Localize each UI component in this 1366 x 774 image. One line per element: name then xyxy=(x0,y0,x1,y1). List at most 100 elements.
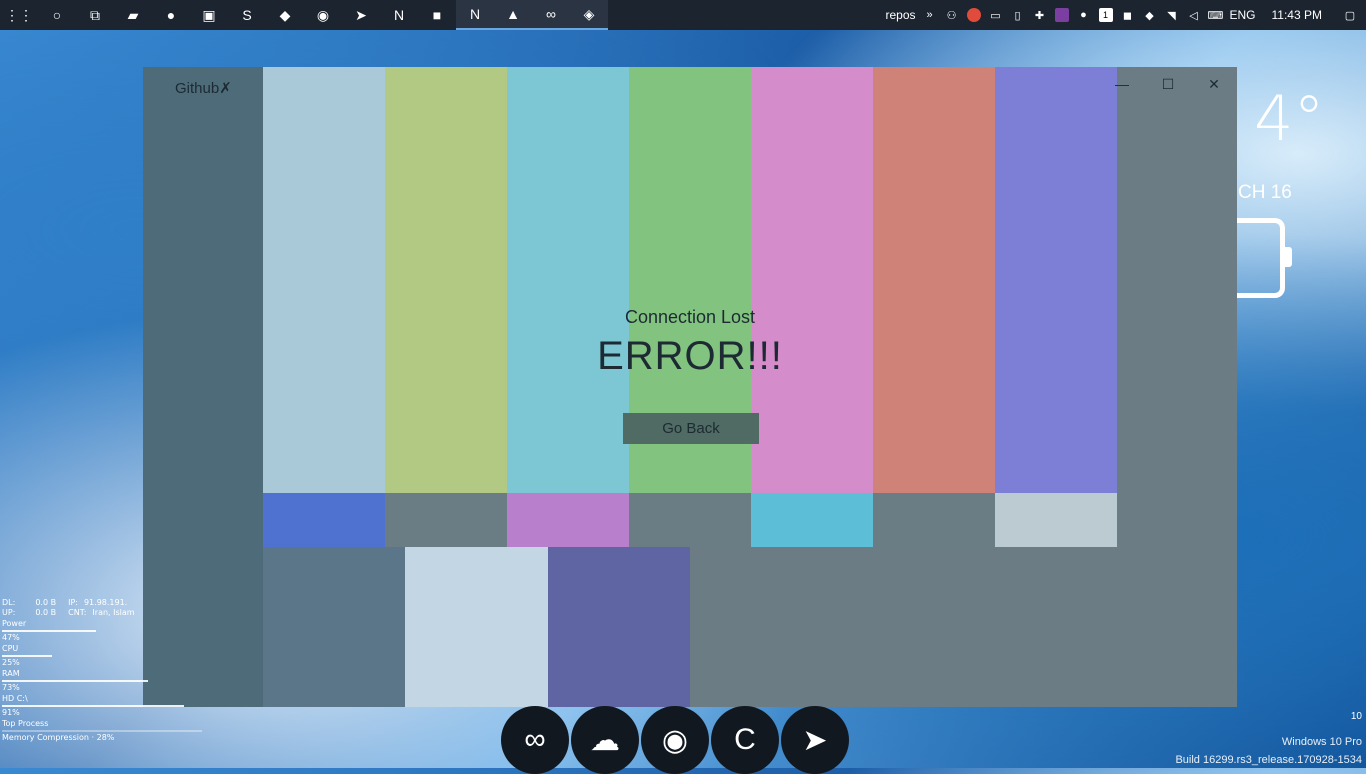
people-icon[interactable]: ⚇ xyxy=(944,7,960,23)
color-block xyxy=(832,547,976,707)
hd-label: HD C:\ xyxy=(2,694,28,703)
gamepad-tray-icon[interactable]: ✚ xyxy=(1032,7,1048,23)
go-back-button[interactable]: Go Back xyxy=(623,413,759,444)
right-panel xyxy=(1117,67,1237,707)
cpu-bar xyxy=(2,655,52,657)
cpu-label: CPU xyxy=(2,644,19,653)
telegram-icon[interactable]: ➤ xyxy=(342,0,380,30)
taskbar: ⋮⋮ ○ ⧉ ▰ ● ▣ S ◆ ◉ ➤ N ■ N ▲ ∞ ◈ repos » ⚇ ▭ ▯ ✚ ● 1 ◼ … xyxy=(0,0,1366,30)
mouse-tray-icon[interactable]: ▯ xyxy=(1010,7,1026,23)
notion-icon[interactable]: N xyxy=(380,0,418,30)
hd-value: 91% xyxy=(2,708,20,717)
network-tray-icon[interactable]: ◆ xyxy=(1142,7,1158,23)
windows-corner-number: 10 xyxy=(1350,711,1362,722)
power-bar xyxy=(2,630,96,632)
color-block xyxy=(629,493,751,547)
onedrive-dock-icon[interactable]: ☁ xyxy=(571,706,639,774)
windows-edition-label: Windows 10 Pro xyxy=(1281,736,1362,748)
weather-temperature: 4° xyxy=(1254,82,1325,155)
volume-tray-icon[interactable]: ◁ xyxy=(1186,7,1202,23)
ram-bar xyxy=(2,680,148,682)
vscode-icon[interactable]: ◆ xyxy=(266,0,304,30)
color-block xyxy=(405,547,549,707)
cat-app-icon[interactable]: ◈ xyxy=(570,0,608,30)
power-value: 47% xyxy=(2,633,20,642)
clock[interactable]: 11:43 PM xyxy=(1272,8,1322,22)
task-view-icon[interactable]: ⧉ xyxy=(76,0,114,30)
badge-one-tray-icon[interactable]: 1 xyxy=(1098,7,1114,23)
dock: ∞ ☁ ◉ C ➤ xyxy=(501,706,849,774)
color-block xyxy=(873,493,995,547)
ram-label: RAM xyxy=(2,669,20,678)
visual-studio-icon[interactable]: ∞ xyxy=(532,0,570,30)
error-subtitle: Connection Lost xyxy=(624,307,756,327)
battery-tray-icon[interactable]: ▭ xyxy=(988,7,1004,23)
battery-widget-icon xyxy=(1236,218,1292,298)
sublime-icon[interactable]: S xyxy=(228,0,266,30)
color-bar xyxy=(873,67,995,493)
color-bar xyxy=(995,67,1117,493)
cortana-icon[interactable]: ○ xyxy=(38,0,76,30)
image-viewer-icon[interactable]: ▲ xyxy=(494,0,532,30)
keyboard-tray-icon[interactable]: ⌨ xyxy=(1208,7,1224,23)
onenote-tray-icon[interactable] xyxy=(1054,7,1070,23)
app-window: Github✗ — ☐ ✕ Connection Lost ERROR!!! G… xyxy=(143,67,1237,707)
earth-icon[interactable]: ◉ xyxy=(304,0,342,30)
wifi-tray-icon[interactable]: ◥ xyxy=(1164,7,1180,23)
color-bars xyxy=(263,67,1118,707)
system-tray: repos » ⚇ ▭ ▯ ✚ ● 1 ◼ ◆ ◥ ◁ ⌨ ENG 11:43 … xyxy=(885,0,1366,30)
close-button[interactable]: ✕ xyxy=(1191,73,1237,95)
color-bar xyxy=(751,67,873,493)
color-block xyxy=(751,493,873,547)
photos-icon[interactable]: ▣ xyxy=(190,0,228,30)
hd-bar xyxy=(2,705,184,707)
chrome-tray-icon[interactable] xyxy=(966,7,982,23)
minimize-button[interactable]: — xyxy=(1099,73,1145,95)
cpu-value: 25% xyxy=(2,658,20,667)
system-stats: DL: 0.0 B IP: 91.98.191. UP: 0.0 B CNT: … xyxy=(2,598,202,743)
ip-label: IP: xyxy=(68,598,78,607)
dl-value: 0.0 B xyxy=(35,598,57,607)
color-block xyxy=(547,547,691,707)
power-label: Power xyxy=(2,619,27,628)
shield-tray-icon[interactable]: ◼ xyxy=(1120,7,1136,23)
apps-grid-icon[interactable]: ⋮⋮ xyxy=(0,0,38,30)
color-bar xyxy=(385,67,507,493)
cnt-label: CNT: xyxy=(68,608,87,617)
github-dock-icon[interactable]: ◉ xyxy=(641,706,709,774)
maximize-button[interactable]: ☐ xyxy=(1145,73,1191,95)
ccleaner-dock-icon[interactable]: C xyxy=(711,706,779,774)
memory-compression-label: Memory Compression · 28% xyxy=(2,733,115,742)
file-explorer-icon[interactable]: ▰ xyxy=(114,0,152,30)
notification-icon[interactable]: ▢ xyxy=(1342,7,1358,23)
ip-value: 91.98.191. xyxy=(83,598,128,607)
onenote-icon[interactable]: N xyxy=(456,0,494,30)
sticky-notes-icon[interactable]: ■ xyxy=(418,0,456,30)
top-process-label: Top Process xyxy=(2,719,49,728)
build-label: Build 16299.rs3_release.170928-1534 xyxy=(1175,754,1362,766)
app-title-text: Github xyxy=(175,80,220,97)
app-title: Github✗ xyxy=(175,79,232,97)
app-title-mark: ✗ xyxy=(219,80,232,97)
color-block xyxy=(507,493,629,547)
language-indicator[interactable]: ENG xyxy=(1230,8,1256,22)
taskbar-apps: ⋮⋮ ○ ⧉ ▰ ● ▣ S ◆ ◉ ➤ N ■ N ▲ ∞ ◈ xyxy=(0,0,608,30)
weather-date: CH 16 xyxy=(1238,182,1292,203)
top-process-divider xyxy=(2,730,202,732)
color-block xyxy=(263,547,406,707)
repos-toolbar-label[interactable]: repos xyxy=(885,8,915,22)
browser-icon[interactable]: ● xyxy=(152,0,190,30)
telegram-dock-icon[interactable]: ➤ xyxy=(781,706,849,774)
color-bar xyxy=(507,67,629,493)
error-panel: Connection Lost ERROR!!! xyxy=(143,307,1237,379)
visual-studio-dock-icon[interactable]: ∞ xyxy=(501,706,569,774)
color-block xyxy=(974,547,1118,707)
color-block xyxy=(263,493,385,547)
error-title: ERROR!!! xyxy=(597,334,783,378)
drop-tray-icon[interactable]: ● xyxy=(1076,7,1092,23)
up-label: UP: xyxy=(2,608,16,617)
color-block xyxy=(995,493,1117,547)
chevron-right-icon[interactable]: » xyxy=(922,7,938,23)
ram-value: 73% xyxy=(2,683,20,692)
up-value: 0.0 B xyxy=(35,608,57,617)
